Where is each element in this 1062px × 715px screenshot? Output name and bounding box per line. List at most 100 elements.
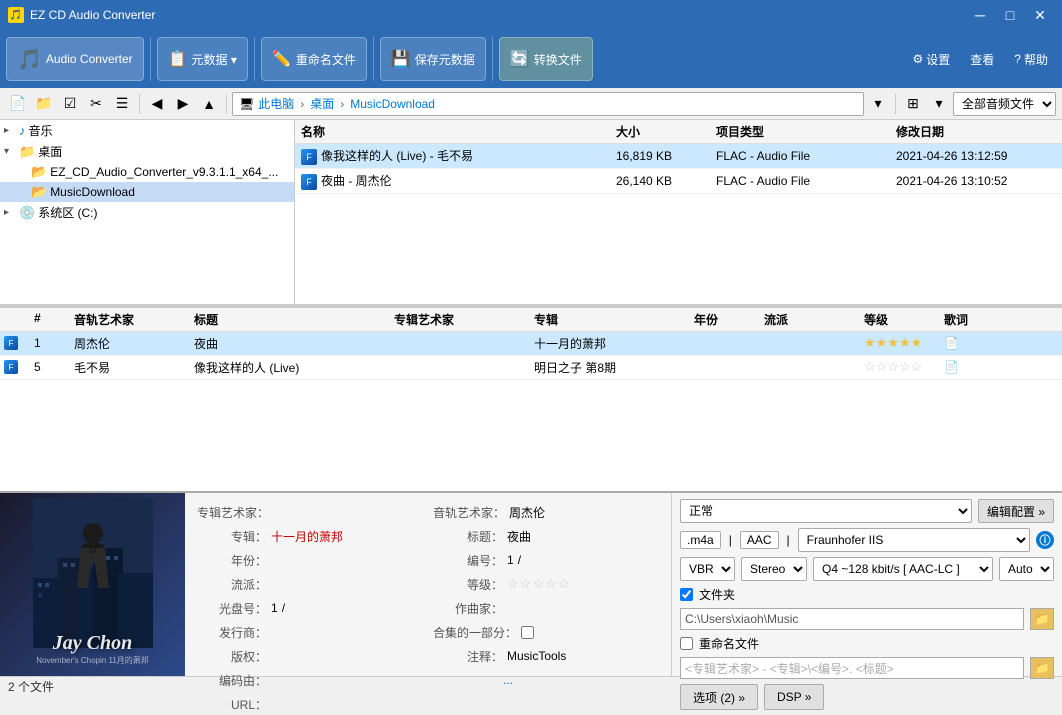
address-bar: 🖥 此电脑 › 桌面 › MusicDownload: [232, 92, 864, 116]
track-row-0[interactable]: F 1 周杰伦 夜曲 十一月的萧邦 ★★★★★ 📄: [0, 332, 1062, 356]
audio-converter-button[interactable]: 🎵 Audio Converter: [6, 37, 144, 81]
save-meta-button[interactable]: 💾 保存元数据: [380, 37, 486, 81]
desktop-folder-icon: 📁: [19, 144, 35, 160]
rename-pattern-input[interactable]: [680, 657, 1024, 679]
meta-comment-label: 注释：: [433, 648, 503, 665]
rename-icon: ✏️: [272, 49, 292, 69]
toolbar-sep-2: [254, 37, 255, 81]
folder-browse-button[interactable]: 📁: [1030, 608, 1054, 630]
breadcrumb-computer[interactable]: 此电脑: [258, 95, 294, 112]
maximize-button[interactable]: □: [996, 5, 1024, 25]
main-toolbar: 🎵 Audio Converter 📋 元数据 ▾ ✏️ 重命名文件 💾 保存元…: [0, 30, 1062, 88]
meta-partof-checkbox[interactable]: [521, 626, 534, 639]
toolbar-icon-btn-5[interactable]: ☰: [110, 92, 134, 116]
meta-year-row: 年份：: [197, 549, 423, 571]
folder-checkbox[interactable]: [680, 588, 693, 601]
track-lyrics-0: 📄: [944, 336, 1004, 350]
close-button[interactable]: ✕: [1026, 5, 1054, 25]
meta-tracknum-row: 编号： 1 /: [433, 549, 659, 571]
config-row-folder-path: 📁: [680, 608, 1054, 630]
meta-title-value: 夜曲: [507, 528, 531, 545]
quality-select[interactable]: Q4 ~128 kbit/s [ AAC-LC ]: [813, 557, 993, 581]
music-folder-icon: ♪: [19, 123, 26, 138]
tree-item-desktop[interactable]: ▾ 📁 桌面: [0, 141, 294, 162]
meta-copyright-label: 版权：: [197, 648, 267, 665]
tree-item-ezcd[interactable]: 📂 EZ_CD_Audio_Converter_v9.3.1.1_x64_...: [0, 162, 294, 182]
meta-partof-row: 合集的一部分：: [433, 621, 659, 643]
view-toggle-btn[interactable]: ⊞: [901, 92, 925, 116]
file-type-0: FLAC - Audio File: [716, 149, 896, 163]
save-meta-icon: 💾: [391, 49, 411, 69]
track-col-genre: 流派: [764, 311, 864, 328]
toolbar-icon-btn-4[interactable]: ✂: [84, 92, 108, 116]
tree-item-music[interactable]: ▸ ♪ 音乐: [0, 120, 294, 141]
edit-config-button[interactable]: 编辑配置 »: [978, 499, 1054, 523]
folder-path-input[interactable]: [680, 608, 1024, 630]
help-button[interactable]: ? 帮助: [1006, 47, 1056, 72]
file-col-size: 大小: [616, 123, 716, 140]
track-title-1: 像我这样的人 (Live): [194, 359, 394, 376]
rename-checkbox[interactable]: [680, 637, 693, 650]
meta-more-value[interactable]: ...: [503, 673, 513, 687]
meta-disc-row: 光盘号： 1 /: [197, 597, 423, 619]
auto-select[interactable]: Auto: [999, 557, 1054, 581]
folder-checkbox-row: 文件夹: [680, 586, 735, 603]
breadcrumb-desktop[interactable]: 桌面: [310, 95, 334, 112]
stereo-select[interactable]: Stereo: [741, 557, 807, 581]
file-type-dropdown[interactable]: 全部音频文件: [953, 92, 1056, 116]
tree-item-musicdownload[interactable]: 📂 MusicDownload: [0, 182, 294, 202]
meta-url-label: URL：: [197, 696, 267, 713]
toolbar-icon-btn-1[interactable]: 📄: [6, 92, 30, 116]
meta-album-artist-label: 专辑艺术家：: [197, 504, 269, 521]
settings-button[interactable]: ⚙ 设置: [905, 47, 959, 72]
meta-publisher-label: 发行商：: [197, 624, 267, 641]
meta-album-label: 专辑：: [197, 528, 267, 545]
convert-button[interactable]: 🔄 转换文件: [499, 37, 593, 81]
meta-publisher-row: 发行商：: [197, 621, 423, 643]
track-row-1[interactable]: F 5 毛不易 像我这样的人 (Live) 明日之子 第8期 ☆☆☆☆☆ 📄: [0, 356, 1062, 380]
album-art-area: Jay Chon November's Chopin 11月的萧邦: [0, 493, 185, 676]
meta-album-row: 专辑： 十一月的萧邦: [197, 525, 423, 547]
view-button[interactable]: 查看: [962, 47, 1002, 72]
view-list-btn[interactable]: ▾: [927, 92, 951, 116]
codec-info-icon[interactable]: ⓘ: [1036, 531, 1054, 549]
breadcrumb-folder[interactable]: MusicDownload: [350, 97, 435, 111]
rename-button[interactable]: ✏️ 重命名文件: [261, 37, 367, 81]
meta-copyright-row: 版权：: [197, 645, 423, 667]
toolbar-icon-btn-2[interactable]: 📁: [32, 92, 56, 116]
nav-forward-button[interactable]: ▶: [171, 92, 195, 116]
nav-up-button[interactable]: ▲: [197, 92, 221, 116]
track-col-title: 标题: [194, 311, 394, 328]
track-num-1: 5: [34, 360, 74, 374]
meta-album-value: 十一月的萧邦: [271, 528, 343, 545]
file-type-1: FLAC - Audio File: [716, 174, 896, 188]
file-row-0[interactable]: F像我这样的人 (Live) - 毛不易 16,819 KB FLAC - Au…: [295, 144, 1062, 169]
nav-back-button[interactable]: ◀: [145, 92, 169, 116]
minimize-button[interactable]: ─: [966, 5, 994, 25]
rename-browse-button[interactable]: 📁: [1030, 657, 1054, 679]
track-icon-1: F: [4, 360, 18, 374]
sec-sep-2: [226, 94, 227, 114]
file-row-1[interactable]: F夜曲 - 周杰伦 26,140 KB FLAC - Audio File 20…: [295, 169, 1062, 194]
track-col-lyrics: 歌词: [944, 311, 1004, 328]
tree-item-drive-c[interactable]: ▸ 💿 系统区 (C:): [0, 202, 294, 223]
vbr-select[interactable]: VBR: [680, 557, 735, 581]
sec-sep-3: [895, 94, 896, 114]
meta-comment-value: MusicTools: [507, 649, 566, 663]
file-col-name: 名称: [301, 123, 616, 140]
options-button[interactable]: 选项 (2) »: [680, 684, 758, 710]
track-col-rating: 等级: [864, 311, 944, 328]
meta-encodedby-label: 编码由：: [197, 672, 267, 689]
audio-converter-icon: 🎵: [17, 47, 42, 72]
address-dropdown-button[interactable]: ▾: [866, 92, 890, 116]
mode-select[interactable]: 正常: [680, 499, 972, 523]
track-col-album: 专辑: [534, 311, 694, 328]
config-panel: 正常 编辑配置 » .m4a | AAC | Fraunhofer IIS ⓘ …: [672, 493, 1062, 676]
track-col-artist: 音轨艺术家: [74, 311, 194, 328]
convert-icon: 🔄: [510, 49, 530, 69]
metadata-button[interactable]: 📋 元数据 ▾: [157, 37, 248, 81]
codec-vendor-select[interactable]: Fraunhofer IIS: [798, 528, 1030, 552]
ezcd-folder-icon: 📂: [31, 164, 47, 180]
dsp-button[interactable]: DSP »: [764, 684, 824, 710]
toolbar-icon-btn-3[interactable]: ☑: [58, 92, 82, 116]
